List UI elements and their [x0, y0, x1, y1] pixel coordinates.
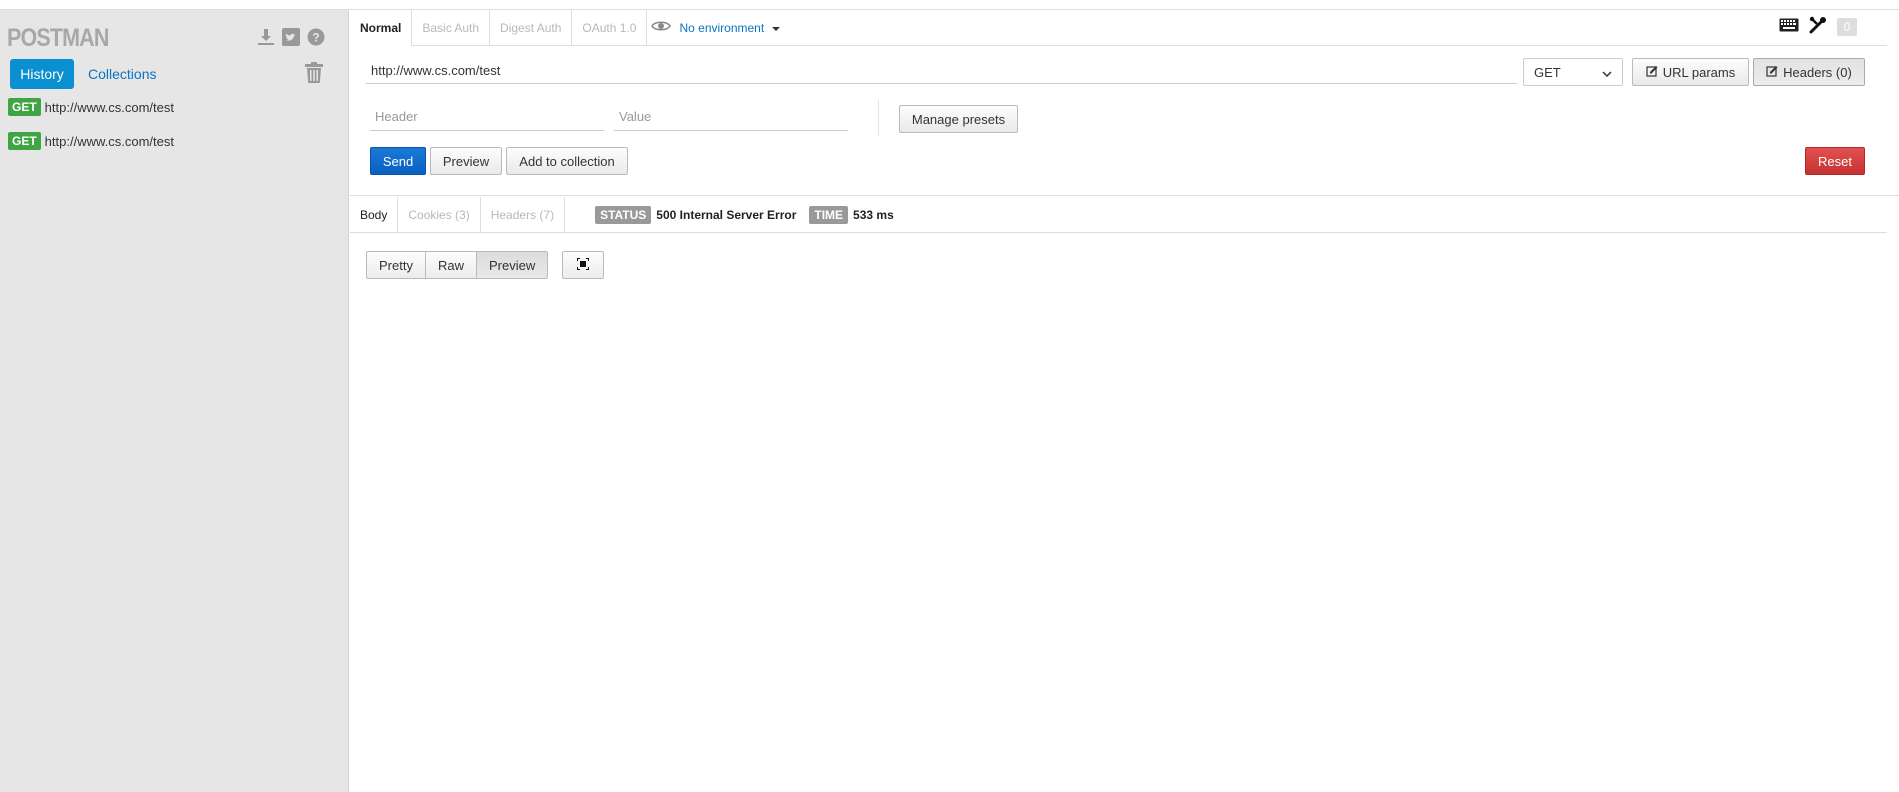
help-icon[interactable]: ?: [306, 27, 326, 47]
window-top-border: [0, 0, 1899, 10]
caret-down-icon: [772, 21, 781, 35]
method-badge: GET: [8, 132, 41, 150]
url-params-label: URL params: [1662, 64, 1736, 80]
environment-selector[interactable]: No environment: [647, 10, 781, 45]
format-preview-button[interactable]: Preview: [475, 251, 549, 279]
tab-normal[interactable]: Normal: [350, 10, 413, 46]
tab-digest-auth[interactable]: Digest Auth: [490, 10, 573, 46]
app-logo: POSTMAN: [7, 24, 109, 52]
send-button[interactable]: Send: [370, 147, 426, 175]
environment-label: No environment: [679, 20, 765, 35]
fullscreen-icon: [577, 257, 589, 273]
history-item-url: http://www.cs.com/test: [44, 99, 174, 115]
header-value-input[interactable]: [614, 103, 848, 131]
sidebar-toolbar: ?: [256, 27, 326, 47]
fullscreen-button[interactable]: [562, 251, 604, 279]
top-right-toolbar: 0: [1779, 16, 1857, 37]
status-value: 500 Internal Server Error: [656, 207, 797, 222]
url-input[interactable]: [366, 58, 1517, 84]
response-tabs: Body Cookies (3) Headers (7) STATUS 500 …: [350, 196, 1887, 233]
auth-tabs: Normal Basic Auth Digest Auth OAuth 1.0 …: [350, 10, 1887, 46]
response-divider: [350, 195, 1899, 196]
history-item-url: http://www.cs.com/test: [44, 133, 174, 149]
time-value: 533 ms: [853, 207, 894, 222]
twitter-icon[interactable]: [281, 27, 301, 47]
format-raw-button[interactable]: Raw: [424, 251, 476, 279]
url-params-button[interactable]: URL params: [1632, 58, 1749, 86]
headers-label: Headers (0): [1783, 64, 1852, 80]
tab-basic-auth[interactable]: Basic Auth: [412, 10, 491, 46]
tab-cookies[interactable]: Cookies (3): [398, 196, 481, 233]
response-meta: STATUS 500 Internal Server Error TIME 53…: [565, 205, 902, 224]
response-format-group: Pretty Raw Preview: [366, 251, 549, 279]
tab-collections[interactable]: Collections: [88, 59, 156, 89]
tab-oauth[interactable]: OAuth 1.0: [572, 10, 648, 46]
format-pretty-button[interactable]: Pretty: [366, 251, 425, 279]
keyboard-icon[interactable]: [1779, 18, 1799, 35]
status-label: STATUS: [595, 205, 652, 224]
download-icon[interactable]: [256, 27, 276, 47]
method-badge: GET: [8, 98, 41, 116]
notification-count-badge[interactable]: 0: [1837, 17, 1857, 36]
method-select[interactable]: GET: [1523, 58, 1623, 86]
add-to-collection-button[interactable]: Add to collection: [506, 147, 628, 175]
method-select-value: GET: [1534, 64, 1561, 80]
sidebar: POSTMAN ? History Collections GET http:/…: [0, 10, 349, 792]
settings-wrench-icon[interactable]: [1809, 16, 1827, 37]
headers-button[interactable]: Headers (0): [1753, 58, 1865, 86]
trash-icon[interactable]: [305, 62, 323, 87]
preview-button[interactable]: Preview: [430, 147, 502, 175]
divider: [878, 100, 879, 136]
reset-button[interactable]: Reset: [1805, 147, 1865, 175]
history-item[interactable]: GET http://www.cs.com/test: [8, 132, 174, 150]
eye-icon[interactable]: [651, 20, 672, 35]
main-panel: Normal Basic Auth Digest Auth OAuth 1.0 …: [350, 10, 1899, 792]
chevron-down-icon: [1602, 65, 1612, 80]
history-item[interactable]: GET http://www.cs.com/test: [8, 98, 174, 116]
manage-presets-button[interactable]: Manage presets: [899, 105, 1018, 133]
time-label: TIME: [809, 205, 849, 224]
edit-icon: [1646, 65, 1658, 80]
header-key-input[interactable]: [370, 103, 604, 131]
tab-response-headers[interactable]: Headers (7): [481, 196, 566, 233]
tab-history[interactable]: History: [10, 59, 74, 89]
tab-body[interactable]: Body: [350, 196, 399, 233]
svg-text:?: ?: [312, 31, 319, 45]
edit-icon: [1766, 65, 1778, 80]
